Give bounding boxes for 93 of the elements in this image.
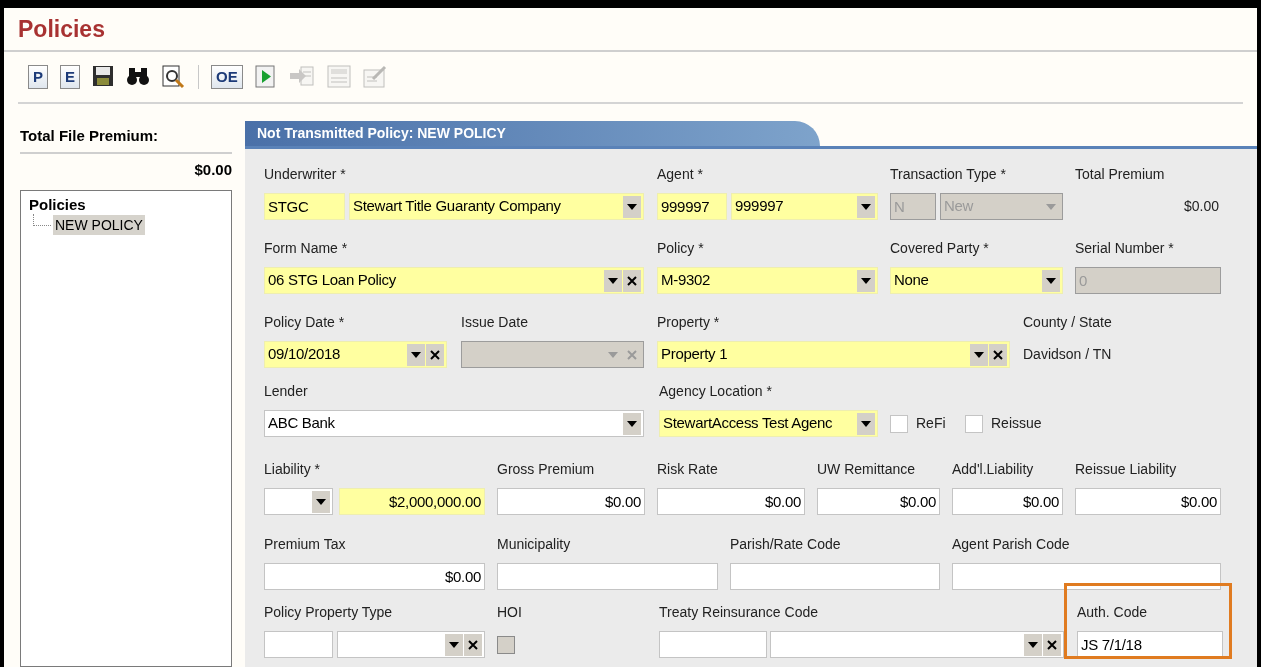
- clear-icon: [468, 639, 478, 650]
- field-label: Reissue Liability: [1075, 461, 1177, 477]
- total-premium-label: Total File Premium:: [20, 127, 159, 144]
- page-title: Policies: [18, 14, 105, 44]
- field-label: Policy Property Type: [264, 604, 393, 620]
- checkbox-label: ReFi: [916, 414, 946, 433]
- caret-icon: [411, 351, 421, 358]
- tree-item[interactable]: Policies: [29, 195, 223, 215]
- dropdown[interactable]: Stewart Title Guaranty Company: [349, 193, 644, 220]
- field-label: Policy *: [657, 240, 704, 256]
- field-label: UW Remittance: [817, 461, 916, 477]
- caret-icon: [449, 641, 459, 648]
- caret-icon: [861, 203, 871, 210]
- field-label: Underwriter *: [264, 166, 346, 182]
- input-field[interactable]: $0.00: [952, 488, 1063, 515]
- field-label: Risk Rate: [657, 461, 718, 477]
- input-field[interactable]: $0.00: [657, 488, 805, 515]
- clear-icon: [430, 349, 440, 360]
- field-label: Agency Location *: [659, 383, 772, 399]
- input-field[interactable]: JS 7/1/18: [1077, 631, 1223, 658]
- tree-item[interactable]: NEW POLICY: [53, 215, 145, 235]
- clear-icon: [627, 275, 637, 286]
- dropdown[interactable]: 09/10/2018: [264, 341, 447, 368]
- field-label: Agent Parish Code: [952, 536, 1070, 552]
- field-label: Parish/Rate Code: [730, 536, 841, 552]
- value-text: Davidson / TN: [1023, 346, 1112, 362]
- dropdown[interactable]: M-9302: [657, 267, 878, 294]
- input-field[interactable]: STGC: [264, 193, 345, 220]
- caret-icon: [627, 420, 637, 427]
- field-label: Add'l.Liability: [952, 461, 1034, 477]
- save-icon[interactable]: [92, 65, 115, 89]
- checkbox-label: Reissue: [991, 414, 1042, 433]
- field-label: Premium Tax: [264, 536, 346, 552]
- field-label: County / State: [1023, 314, 1112, 330]
- toolbar-button[interactable]: OE: [211, 65, 243, 89]
- document-magnifier-icon[interactable]: [162, 65, 187, 89]
- caret-icon: [861, 420, 871, 427]
- caret-icon: [608, 351, 618, 358]
- dropdown[interactable]: [264, 488, 333, 515]
- caret-icon: [316, 498, 326, 505]
- dropdown[interactable]: 06 STG Loan Policy: [264, 267, 644, 294]
- dropdown[interactable]: [770, 631, 1064, 658]
- input-field[interactable]: 999997: [657, 193, 727, 220]
- clear-icon: [993, 349, 1003, 360]
- play-document-icon[interactable]: [254, 65, 277, 89]
- caret-icon: [627, 203, 637, 210]
- input-field[interactable]: [264, 631, 333, 658]
- clear-icon: [1047, 639, 1057, 650]
- field-label: Property *: [657, 314, 720, 330]
- field-label: Municipality: [497, 536, 571, 552]
- checkbox[interactable]: [890, 414, 908, 433]
- dropdown[interactable]: None: [890, 267, 1063, 294]
- field-label: Gross Premium: [497, 461, 595, 477]
- value-text: $0.00: [1183, 198, 1219, 214]
- input-field[interactable]: [659, 631, 767, 658]
- field-label: Lender: [264, 383, 308, 399]
- field-label: Policy Date *: [264, 314, 345, 330]
- clear-icon: [627, 349, 637, 360]
- dropdown[interactable]: Property 1: [657, 341, 1010, 368]
- total-premium-amount: $0.00: [194, 161, 232, 178]
- dropdown[interactable]: [337, 631, 485, 658]
- field-label: Liability *: [264, 461, 321, 477]
- field-label: HOI: [497, 604, 522, 620]
- field-label: Form Name *: [264, 240, 348, 256]
- field-label: Covered Party *: [890, 240, 989, 256]
- dropdown[interactable]: ABC Bank: [264, 410, 644, 437]
- field-label: Issue Date: [461, 314, 528, 330]
- caret-icon: [1046, 277, 1056, 284]
- caret-icon: [608, 277, 618, 284]
- toolbar-button[interactable]: P: [28, 65, 48, 89]
- input-field[interactable]: $0.00: [264, 563, 485, 590]
- dropdown[interactable]: 999997: [731, 193, 878, 220]
- caret-icon: [974, 351, 984, 358]
- field-label: Agent *: [657, 166, 703, 182]
- field-label: Auth. Code: [1077, 604, 1148, 620]
- input-field[interactable]: $0.00: [1075, 488, 1221, 515]
- input-field[interactable]: [497, 563, 718, 590]
- caret-icon: [1046, 203, 1056, 210]
- field-label: Treaty Reinsurance Code: [659, 604, 818, 620]
- field-label: Transaction Type *: [890, 166, 1006, 182]
- dropdown[interactable]: StewartAccess Test Agenc: [659, 410, 878, 437]
- caret-icon: [1028, 641, 1038, 648]
- caret-icon: [861, 277, 871, 284]
- input-field[interactable]: $0.00: [497, 488, 645, 515]
- toolbar-button[interactable]: E: [60, 65, 81, 89]
- field-label: Serial Number *: [1075, 240, 1174, 256]
- input-field[interactable]: $2,000,000.00: [339, 488, 485, 515]
- input-field[interactable]: [952, 563, 1221, 590]
- input-field[interactable]: $0.00: [817, 488, 940, 515]
- panel-title: Not Transmitted Policy: NEW POLICY: [257, 124, 506, 143]
- checkbox[interactable]: [965, 414, 983, 433]
- field-label: Total Premium: [1075, 166, 1165, 182]
- input-field[interactable]: [730, 563, 940, 590]
